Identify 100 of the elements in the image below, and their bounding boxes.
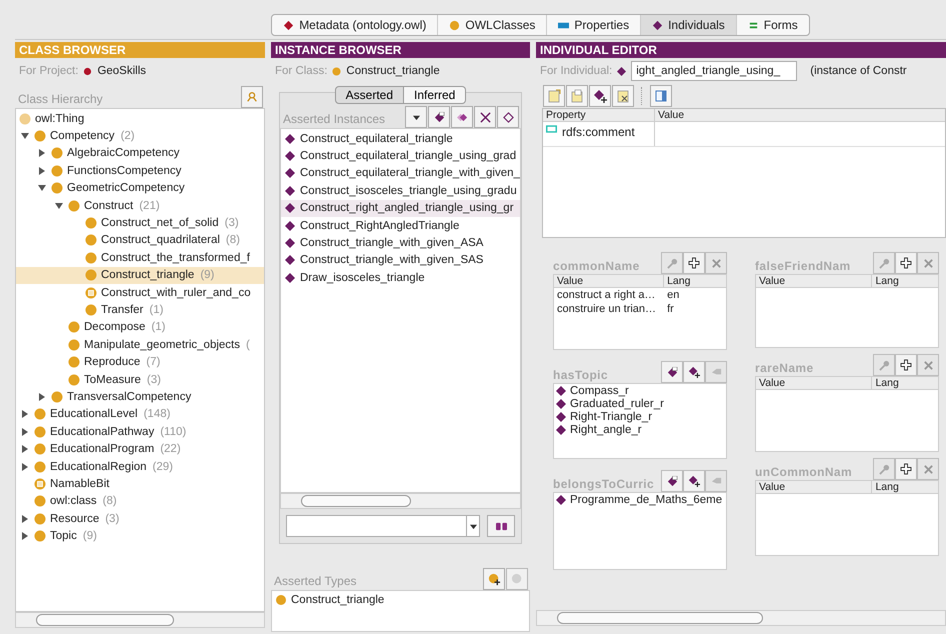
add-value-button[interactable] bbox=[895, 458, 917, 480]
collapsed-arrow-icon[interactable] bbox=[21, 445, 29, 454]
instance-of-text: (instance of Constr bbox=[810, 65, 907, 77]
key-icon bbox=[878, 360, 890, 370]
instance-item[interactable]: Construct_equilateral_triangle_with_given_ bbox=[281, 164, 520, 182]
tree-item[interactable]: Construct_the_transformed_f bbox=[16, 249, 264, 267]
collapsed-arrow-icon[interactable] bbox=[38, 392, 46, 401]
tree-item[interactable]: Construct_with_ruler_and_co bbox=[16, 284, 264, 302]
column-header[interactable]: Value bbox=[756, 377, 872, 389]
column-header[interactable]: Value bbox=[554, 275, 664, 287]
instance-item[interactable]: Compass_r bbox=[554, 384, 726, 397]
instance-item[interactable]: Programme_de_Maths_6eme bbox=[554, 493, 726, 506]
tree-item[interactable]: Decompose (1) bbox=[16, 318, 264, 336]
instance-count: (29) bbox=[152, 460, 173, 472]
horizontal-scrollbar[interactable] bbox=[536, 610, 946, 626]
expanded-arrow-icon[interactable] bbox=[38, 184, 46, 192]
create-instance-button[interactable] bbox=[661, 470, 683, 492]
add-instance-button[interactable] bbox=[589, 85, 611, 107]
tree-item[interactable]: Construct_net_of_solid (3) bbox=[16, 214, 264, 232]
instance-count: (8) bbox=[102, 495, 117, 508]
instance-item[interactable]: Construct_equilateral_triangle_using_grad bbox=[281, 147, 520, 165]
add-value-button[interactable] bbox=[895, 252, 917, 274]
tree-item[interactable]: FunctionsCompetency bbox=[16, 162, 264, 180]
individual-name-field[interactable]: ight_angled_triangle_using_ bbox=[631, 61, 798, 81]
tree-item[interactable]: EducationalPathway (110) bbox=[16, 423, 264, 440]
create-instance-button[interactable] bbox=[661, 361, 683, 383]
tree-item[interactable]: owl:class (8) bbox=[16, 492, 264, 510]
class-icon bbox=[51, 182, 63, 194]
add-instance-button[interactable] bbox=[683, 361, 705, 383]
tab[interactable]: Metadata (ontology.owl) bbox=[272, 15, 438, 35]
tab[interactable]: OWLClasses bbox=[438, 15, 548, 35]
tree-item[interactable]: TransversalCompetency bbox=[16, 388, 264, 406]
tree-item[interactable]: Transfer (1) bbox=[16, 301, 264, 319]
add-value-button[interactable] bbox=[683, 252, 705, 274]
mode-tab[interactable]: Asserted bbox=[334, 86, 404, 104]
tree-item[interactable]: Reproduce (7) bbox=[16, 353, 264, 371]
add-type-button[interactable] bbox=[483, 568, 505, 590]
horizontal-scrollbar[interactable] bbox=[280, 493, 521, 509]
tree-item[interactable]: owl:Thing bbox=[16, 110, 264, 128]
instance-item[interactable]: Graduated_ruler_r bbox=[554, 397, 726, 410]
collapsed-arrow-icon[interactable] bbox=[38, 166, 46, 175]
tree-item[interactable]: AlgebraicCompetency bbox=[16, 144, 264, 162]
delete-button[interactable] bbox=[474, 106, 496, 128]
view-button[interactable] bbox=[650, 85, 672, 107]
column-header[interactable]: Lang bbox=[872, 481, 938, 493]
instance-item[interactable]: Right-Triangle_r bbox=[554, 410, 726, 423]
collapsed-arrow-icon[interactable] bbox=[21, 514, 29, 523]
add-instance-button[interactable] bbox=[683, 470, 705, 492]
tree-item[interactable]: Topic (9) bbox=[16, 527, 264, 545]
find-button[interactable] bbox=[487, 515, 515, 537]
column-header[interactable]: Value bbox=[756, 275, 872, 287]
tab[interactable]: Individuals bbox=[641, 15, 737, 35]
create-instance-button[interactable] bbox=[428, 106, 450, 128]
class-icon bbox=[19, 112, 31, 125]
expanded-arrow-icon[interactable] bbox=[55, 202, 63, 210]
dropdown-button[interactable] bbox=[405, 106, 427, 128]
person-icon bbox=[246, 91, 258, 103]
duplicate-instance-button[interactable] bbox=[451, 106, 473, 128]
collapsed-arrow-icon[interactable] bbox=[38, 149, 46, 158]
tree-item[interactable]: Construct (21) bbox=[16, 196, 264, 214]
tree-item[interactable]: Manipulate_geometric_objects ( bbox=[16, 336, 264, 354]
expanded-arrow-icon[interactable] bbox=[21, 132, 29, 140]
collapsed-arrow-icon[interactable] bbox=[21, 410, 29, 418]
tree-item[interactable]: ToMeasure (3) bbox=[16, 370, 264, 388]
class-name: Construct_triangle bbox=[346, 65, 440, 77]
horizontal-scrollbar[interactable] bbox=[15, 612, 265, 628]
instance-item[interactable]: Construct_RightAngledTriangle bbox=[281, 216, 520, 234]
tree-item[interactable]: Resource (3) bbox=[16, 510, 264, 528]
find-class-button[interactable] bbox=[241, 86, 263, 108]
remove-document-button[interactable] bbox=[612, 85, 634, 107]
column-header[interactable]: Lang bbox=[872, 275, 938, 287]
instance-item[interactable]: Construct_triangle_with_given_SAS bbox=[281, 252, 520, 270]
document-icon bbox=[570, 89, 584, 103]
instance-item[interactable]: Draw_isosceles_triangle bbox=[281, 269, 520, 287]
instance-item[interactable]: Construct_isosceles_triangle_using_gradu bbox=[281, 182, 520, 200]
tree-item[interactable]: Construct_quadrilateral (8) bbox=[16, 232, 264, 250]
collapsed-arrow-icon[interactable] bbox=[21, 428, 29, 436]
column-header[interactable]: Property bbox=[543, 109, 655, 121]
column-header[interactable]: Lang bbox=[872, 377, 938, 389]
edit-instance-button[interactable] bbox=[497, 106, 519, 128]
tree-item[interactable]: Competency (2) bbox=[16, 127, 264, 145]
column-header[interactable]: Lang bbox=[664, 275, 726, 287]
mode-tab[interactable]: Inferred bbox=[404, 86, 466, 104]
tree-item[interactable]: EducationalRegion (29) bbox=[16, 458, 264, 476]
instance-item[interactable]: Right_angle_r bbox=[554, 423, 726, 436]
tree-item[interactable]: EducationalProgram (22) bbox=[16, 440, 264, 458]
search-field[interactable] bbox=[286, 515, 480, 537]
tree-item[interactable]: NamableBit bbox=[16, 475, 264, 493]
tree-item[interactable]: GeometricCompetency bbox=[16, 180, 264, 197]
column-header[interactable]: Value bbox=[756, 481, 872, 493]
instance-item[interactable]: Construct_equilateral_triangle bbox=[281, 130, 520, 148]
collapsed-arrow-icon[interactable] bbox=[21, 532, 29, 540]
tree-item[interactable]: Construct_triangle (9) bbox=[16, 266, 264, 284]
add-value-button[interactable] bbox=[895, 354, 917, 376]
column-header[interactable]: Value bbox=[655, 109, 945, 121]
tree-item[interactable]: EducationalLevel (148) bbox=[16, 406, 264, 424]
instance-item[interactable]: Construct_right_angled_triangle_using_gr bbox=[281, 200, 520, 217]
collapsed-arrow-icon[interactable] bbox=[21, 462, 29, 470]
tab[interactable]: Forms bbox=[736, 15, 809, 35]
instance-item[interactable]: Construct_triangle_with_given_ASA bbox=[281, 234, 520, 252]
